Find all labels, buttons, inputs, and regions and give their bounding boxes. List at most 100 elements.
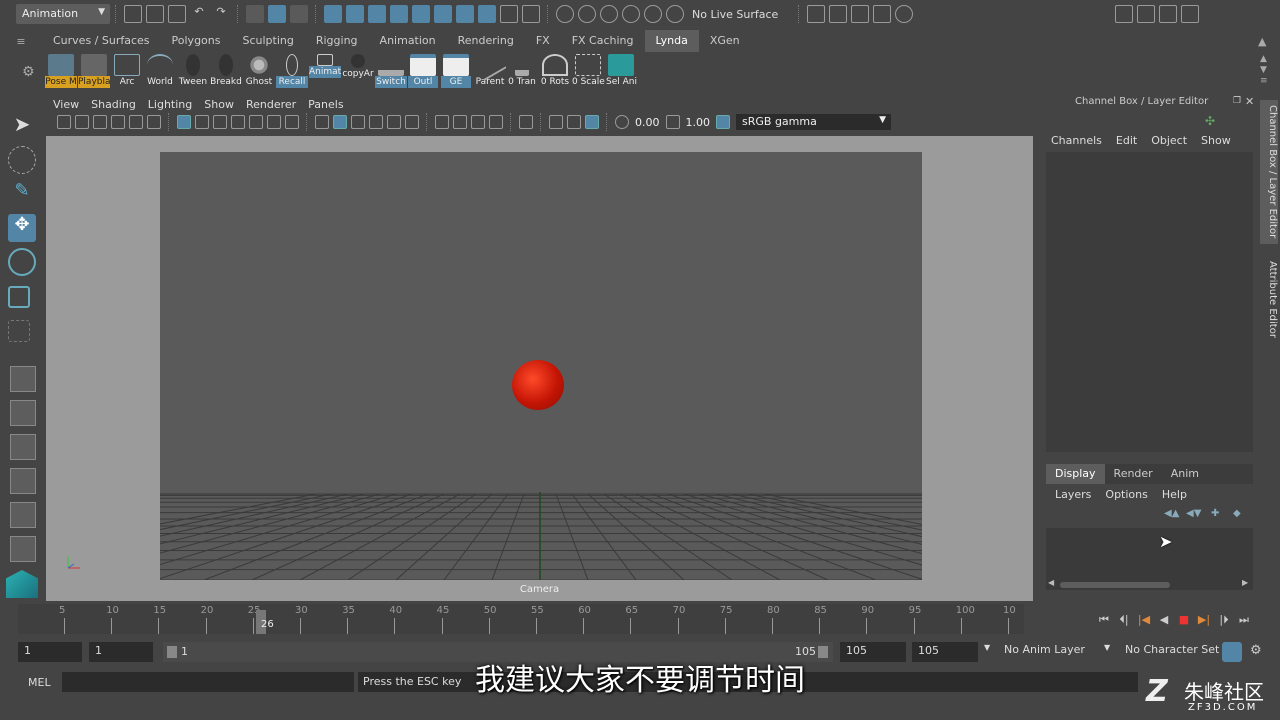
two-d-pan-icon[interactable] (129, 115, 143, 129)
step-forward-key-icon[interactable]: ▶| (1196, 613, 1212, 627)
step-back-key-icon[interactable]: |◀ (1136, 613, 1152, 627)
snap-surface-icon[interactable] (412, 5, 430, 23)
channel-box-menu-show[interactable]: Show (1201, 134, 1231, 147)
color-management-icon[interactable] (716, 115, 730, 129)
viewport-menu-view[interactable]: View (53, 98, 79, 111)
lighting-icon[interactable] (387, 115, 401, 129)
xray-components-icon[interactable] (585, 115, 599, 129)
select-component-icon[interactable] (290, 5, 308, 23)
shelf-button-pose[interactable]: Pose M (45, 54, 77, 92)
shelf-tab-sculpting[interactable]: Sculpting (231, 30, 304, 52)
shelf-button-playblast[interactable]: Playbla (78, 54, 111, 92)
shelf-tab-rigging[interactable]: Rigging (305, 30, 369, 52)
lasso-icon[interactable] (622, 5, 640, 23)
shelf-button-tween[interactable]: Tween (177, 54, 209, 92)
shelf-tab-curves[interactable]: Curves / Surfaces (42, 30, 161, 52)
channel-box-menu-channels[interactable]: Channels (1051, 134, 1102, 147)
panel-icon[interactable] (1181, 5, 1200, 23)
shadows-icon[interactable] (405, 115, 419, 129)
move-layer-down-icon[interactable]: ◀▼ (1186, 508, 1201, 519)
step-back-frame-icon[interactable]: ⏴| (1116, 613, 1132, 627)
layout-icon[interactable] (1137, 5, 1156, 23)
viewport-menu-show[interactable]: Show (204, 98, 234, 111)
lock-icon[interactable] (500, 5, 518, 23)
shelf-button-arc[interactable]: Arc (112, 54, 142, 92)
layer-list[interactable]: ◀ ▶ (1046, 528, 1253, 590)
chevron-down-icon[interactable]: ▼ (1104, 643, 1110, 652)
layer-menu-help[interactable]: Help (1162, 488, 1187, 501)
select-object-icon[interactable] (268, 5, 286, 23)
ipr-render-icon[interactable] (851, 5, 870, 23)
shelf-scroll-icon[interactable]: ▲ ▼ ≡ (1260, 54, 1268, 87)
side-tab-attribute-editor[interactable]: Attribute Editor (1260, 256, 1278, 342)
red-ball[interactable] (512, 360, 564, 410)
shelf-button-parent[interactable]: Parent (473, 48, 507, 92)
shelf-button-zero-rotate[interactable]: 0 Rots (539, 54, 571, 92)
viewport-menu-lighting[interactable]: Lighting (148, 98, 192, 111)
shelf-tab-fx-caching[interactable]: FX Caching (561, 30, 645, 52)
go-to-start-icon[interactable]: ⏮ (1096, 613, 1112, 627)
shelf-button-copyarc[interactable]: copyAr (342, 54, 374, 92)
horizontal-scrollbar[interactable]: ◀ ▶ (1046, 578, 1253, 590)
shelf-tab-rendering[interactable]: Rendering (447, 30, 525, 52)
snap-vertex-icon[interactable] (456, 5, 474, 23)
menu-handle-icon[interactable]: ≡ (0, 35, 42, 48)
scroll-left-icon[interactable]: ◀ (1048, 578, 1054, 587)
view-transform-dropdown[interactable]: sRGB gamma ▼ (736, 114, 891, 130)
camera-icon[interactable] (57, 115, 71, 129)
hypershade-icon[interactable] (895, 5, 914, 23)
shelf-button-animation[interactable]: Animat (309, 54, 341, 92)
play-backwards-icon[interactable]: ◀ (1156, 613, 1172, 627)
four-view-layout-icon[interactable] (10, 400, 36, 426)
grease-pencil-icon[interactable] (147, 115, 161, 129)
viewport-canvas[interactable]: Camera (46, 136, 1033, 601)
persp-outliner-layout-icon[interactable] (10, 434, 36, 460)
textured-icon[interactable] (369, 115, 383, 129)
snap-live-icon[interactable] (434, 5, 452, 23)
scale-tool-icon[interactable] (8, 286, 30, 308)
safe-title-icon[interactable] (285, 115, 299, 129)
shelf-tab-polygons[interactable]: Polygons (161, 30, 232, 52)
chevron-down-icon[interactable]: ▼ (984, 643, 990, 652)
render-current-icon[interactable] (829, 5, 848, 23)
new-layer-icon[interactable]: ✚ (1211, 508, 1219, 519)
single-perspective-layout-icon[interactable] (10, 366, 36, 392)
shelf-button-select-animated[interactable]: Sel Ani (606, 54, 637, 92)
menu-set-dropdown[interactable]: Animation ▼ (16, 4, 110, 24)
lasso-icon[interactable] (644, 5, 662, 23)
channel-box-menu-object[interactable]: Object (1151, 134, 1187, 147)
move-layer-up-icon[interactable]: ◀▲ (1164, 508, 1179, 519)
go-to-end-icon[interactable]: ⏭ (1236, 613, 1252, 627)
redo-icon[interactable]: ↷ (212, 5, 230, 23)
film-gate-icon[interactable] (195, 115, 209, 129)
layout-toggle-icon[interactable] (10, 536, 36, 562)
snap-point-icon[interactable] (368, 5, 386, 23)
select-hierarchy-icon[interactable] (246, 5, 264, 23)
shelf-tab-fx[interactable]: FX (525, 30, 561, 52)
move-tool-icon[interactable]: ✥ (8, 214, 36, 242)
xray-icon[interactable] (549, 115, 563, 129)
shelf-button-graph-editor[interactable]: GE (441, 54, 471, 92)
viewport-menu-renderer[interactable]: Renderer (246, 98, 296, 111)
undo-icon[interactable]: ↶ (190, 5, 208, 23)
depth-of-field-icon[interactable] (489, 115, 503, 129)
smooth-shade-icon[interactable] (333, 115, 347, 129)
layer-menu-options[interactable]: Options (1105, 488, 1147, 501)
magnet-icon[interactable] (522, 5, 540, 23)
wireframe-on-shaded-icon[interactable] (351, 115, 365, 129)
resolution-gate-icon[interactable] (213, 115, 227, 129)
new-scene-icon[interactable] (124, 5, 142, 23)
shelf-button-breakdown[interactable]: Breakd (210, 54, 242, 92)
safe-action-icon[interactable] (267, 115, 281, 129)
tab-anim[interactable]: Anim (1162, 464, 1208, 484)
new-layer-selected-icon[interactable]: ◆ (1233, 508, 1241, 519)
shelf-button-world[interactable]: World (144, 54, 176, 92)
side-tab-channel-box[interactable]: Channel Box / Layer Editor (1260, 100, 1278, 244)
panel-icon[interactable] (1159, 5, 1178, 23)
snap-curve-icon[interactable] (346, 5, 364, 23)
open-scene-icon[interactable] (146, 5, 164, 23)
live-surface-icon[interactable] (666, 5, 684, 23)
gamma-icon[interactable] (665, 115, 680, 129)
rotate-tool-icon[interactable] (8, 248, 36, 276)
scroll-right-icon[interactable]: ▶ (1242, 578, 1248, 587)
